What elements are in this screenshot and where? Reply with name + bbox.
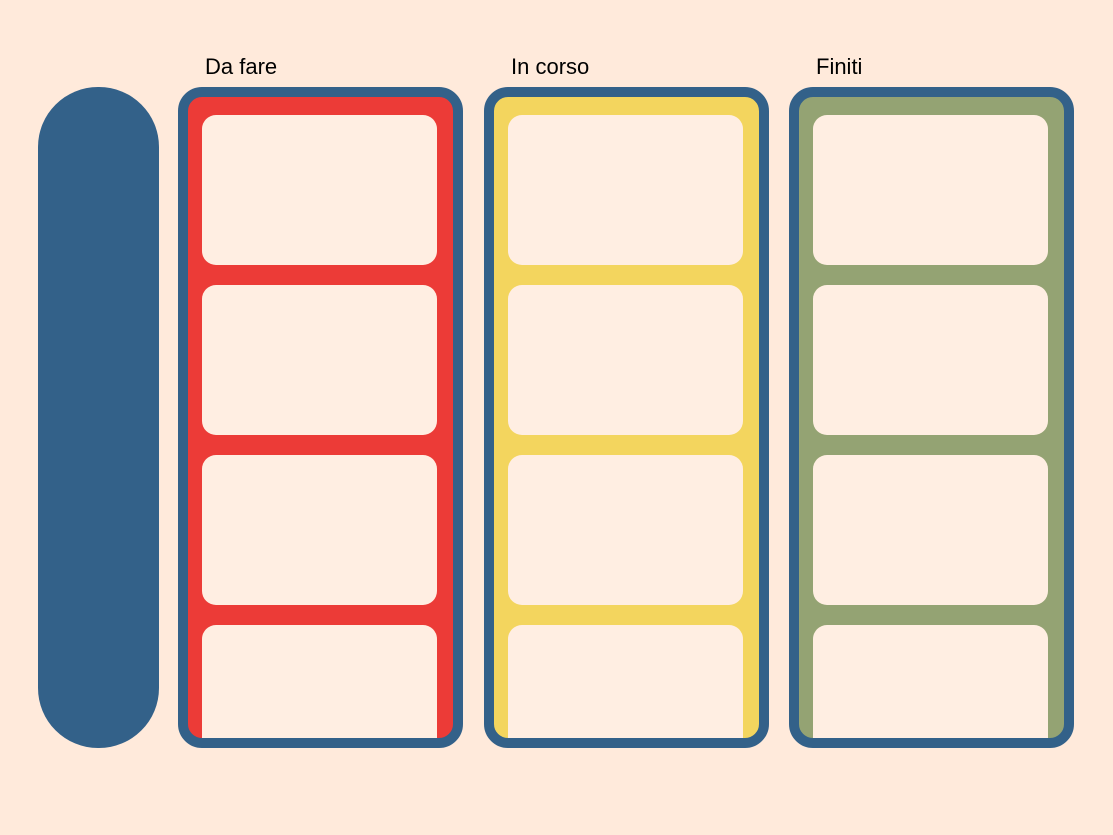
task-card[interactable] [508,455,743,605]
task-card[interactable] [813,625,1048,738]
task-card[interactable] [508,115,743,265]
column-in-corso [484,87,769,748]
task-card[interactable] [813,285,1048,435]
task-card[interactable] [202,455,437,605]
task-card[interactable] [202,285,437,435]
column-title-finiti: Finiti [816,54,863,79]
column-finiti [789,87,1074,748]
task-card[interactable] [202,115,437,265]
sidebar [38,87,159,748]
column-title-in-corso: In corso [511,54,590,79]
task-card[interactable] [813,455,1048,605]
task-card[interactable] [202,625,437,738]
task-card[interactable] [508,285,743,435]
task-card[interactable] [508,625,743,738]
task-card[interactable] [813,115,1048,265]
column-title-da-fare: Da fare [205,54,278,79]
column-da-fare [178,87,463,748]
